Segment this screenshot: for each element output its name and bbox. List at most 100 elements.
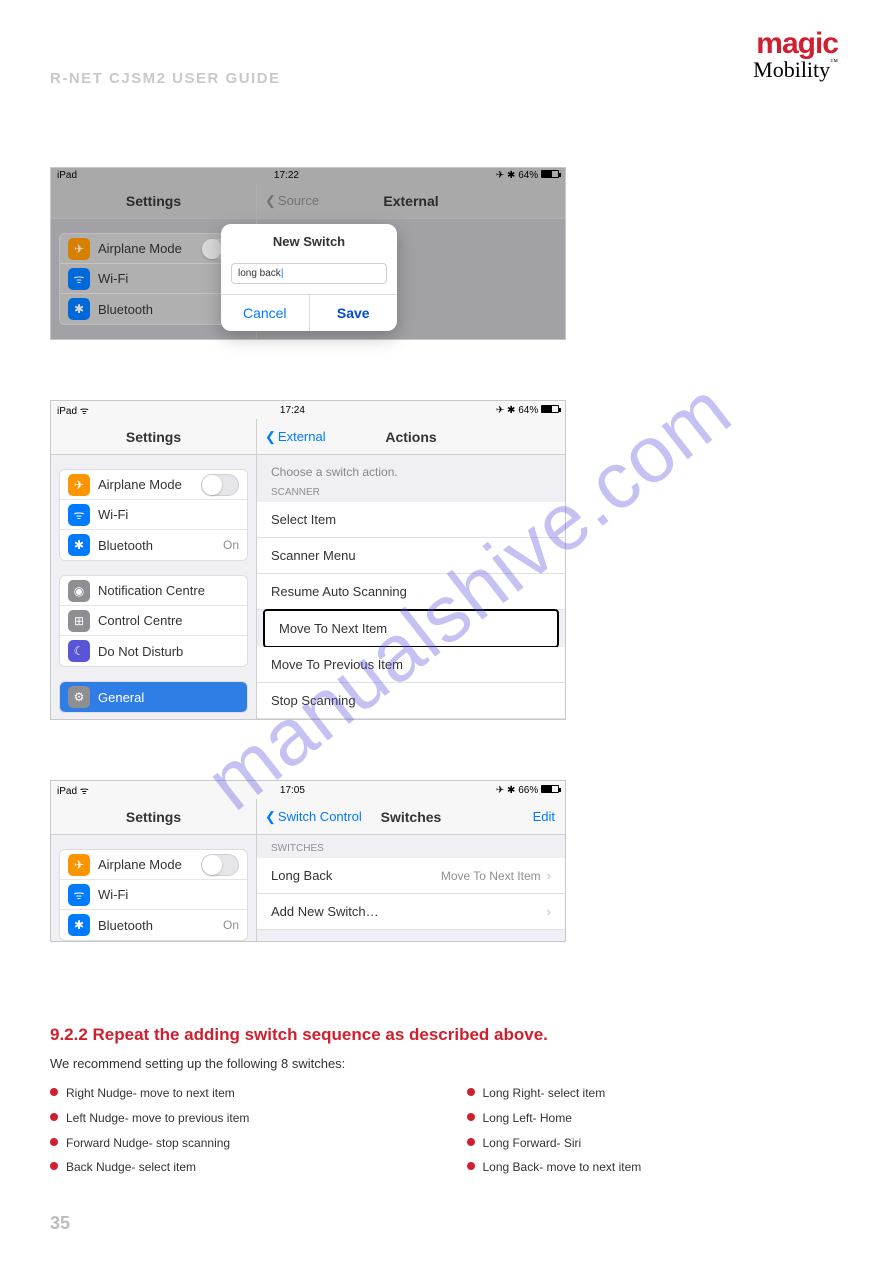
sidebar-item-airplane[interactable]: ✈ Airplane Mode (60, 234, 247, 264)
status-bar: iPad 17:22 ✈ ✱ 64% (51, 168, 565, 183)
wifi-label: Wi-Fi (98, 887, 128, 902)
airplane-label: Airplane Mode (98, 857, 182, 872)
nav-bar: Settings ❮ External Actions (51, 419, 565, 455)
instruction-text: Choose a switch action. (257, 455, 565, 479)
sidebar-item-general[interactable]: ⚙ General (60, 682, 247, 712)
clock: 17:22 (274, 170, 299, 181)
row-label: Stop Scanning (271, 693, 356, 708)
battery-icon (541, 170, 559, 178)
airplane-toggle[interactable] (201, 474, 239, 496)
settings-title: Settings (51, 183, 257, 218)
trademark: ™ (830, 57, 838, 66)
device-label: iPad (57, 406, 77, 417)
battery-icon (541, 785, 559, 793)
section-header-scanner: SCANNER (257, 479, 565, 502)
bluetooth-label: Bluetooth (98, 918, 153, 933)
action-scanner-menu[interactable]: Scanner Menu (257, 538, 565, 574)
row-label: Move To Previous Item (271, 657, 403, 672)
bluetooth-icon: ✱ (68, 298, 90, 320)
switch-action: Move To Next Item (441, 869, 541, 883)
wifi-icon: ᯤ (68, 504, 90, 526)
settings-title: Settings (51, 419, 257, 454)
wifi-icon: ᯤ (68, 268, 90, 290)
airplane-icon: ✈ (68, 474, 90, 496)
nav-bar: Settings ❮ Switch Control Switches Edit (51, 799, 565, 835)
bullet-icon (50, 1088, 58, 1096)
switch-list-left: Right Nudge- move to next item Left Nudg… (50, 1084, 427, 1182)
list-item: Long Forward- Siri (483, 1134, 582, 1153)
sidebar-item-airplane[interactable]: ✈ Airplane Mode (60, 850, 247, 880)
sidebar-item-control-centre[interactable]: ⊞ Control Centre (60, 606, 247, 636)
row-label: Select Item (271, 512, 336, 527)
list-item: Long Back- move to next item (483, 1158, 642, 1177)
sidebar-item-dnd[interactable]: ☾ Do Not Disturb (60, 636, 247, 666)
main-panel: SWITCHES Long Back Move To Next Item› Ad… (257, 835, 565, 941)
save-button[interactable]: Save (310, 295, 398, 331)
cc-label: Control Centre (98, 613, 183, 628)
notif-label: Notification Centre (98, 583, 205, 598)
sidebar-item-bluetooth[interactable]: ✱ Bluetooth (60, 294, 247, 324)
page-number: 35 (50, 1213, 843, 1234)
new-switch-dialog: New Switch long back| Cancel Save (221, 224, 397, 331)
back-button[interactable]: ❮ Source (257, 193, 319, 209)
bluetooth-label: Bluetooth (98, 302, 153, 317)
bluetooth-value: On (223, 918, 239, 932)
edit-button[interactable]: Edit (533, 809, 555, 824)
action-stop-scan[interactable]: Stop Scanning (257, 683, 565, 719)
device-label: iPad (57, 170, 77, 181)
cancel-button[interactable]: Cancel (221, 295, 310, 331)
action-move-prev[interactable]: Move To Previous Item (257, 647, 565, 683)
back-label: Source (278, 193, 319, 208)
sidebar-item-wifi[interactable]: ᯤ Wi-Fi (60, 264, 247, 294)
bullet-icon (50, 1138, 58, 1146)
switch-row-long-back[interactable]: Long Back Move To Next Item› (257, 858, 565, 894)
settings-sidebar: ✈ Airplane Mode ᯤ Wi-Fi ✱ Bluetooth On (51, 835, 257, 941)
row-label: Resume Auto Scanning (271, 584, 407, 599)
general-label: General (98, 690, 144, 705)
input-value: long back (238, 268, 281, 279)
action-select-item[interactable]: Select Item (257, 502, 565, 538)
bullet-icon (467, 1113, 475, 1121)
wifi-label: Wi-Fi (98, 507, 128, 522)
clock: 17:24 (280, 405, 305, 416)
switch-name-input[interactable]: long back| (231, 263, 387, 284)
logo-text-1: magic (756, 27, 838, 60)
list-item: Back Nudge- select item (66, 1158, 196, 1177)
bullet-icon (467, 1088, 475, 1096)
sidebar-item-wifi[interactable]: ᯤ Wi-Fi (60, 500, 247, 530)
list-item: Long Left- Home (483, 1109, 572, 1128)
back-button[interactable]: ❮ Switch Control (257, 809, 362, 825)
list-item: Forward Nudge- stop scanning (66, 1134, 230, 1153)
sidebar-item-bluetooth[interactable]: ✱ Bluetooth On (60, 530, 247, 560)
switch-list-right: Long Right- select item Long Left- Home … (467, 1084, 844, 1182)
bullet-icon (467, 1162, 475, 1170)
sidebar-item-wifi[interactable]: ᯤ Wi-Fi (60, 880, 247, 910)
dialog-title: New Switch (221, 224, 397, 257)
dnd-icon: ☾ (68, 640, 90, 662)
back-button[interactable]: ❮ External (257, 429, 326, 445)
airplane-icon: ✈ (68, 854, 90, 876)
list-item: Right Nudge- move to next item (66, 1084, 235, 1103)
clock: 17:05 (280, 785, 305, 796)
bullet-icon (50, 1162, 58, 1170)
airplane-label: Airplane Mode (98, 477, 182, 492)
bullet-icon (467, 1138, 475, 1146)
bluetooth-label: Bluetooth (98, 538, 153, 553)
list-item: Left Nudge- move to previous item (66, 1109, 249, 1128)
airplane-toggle[interactable] (201, 854, 239, 876)
section-header-switches: SWITCHES (257, 835, 565, 858)
back-label: Switch Control (278, 809, 362, 824)
action-resume-auto[interactable]: Resume Auto Scanning (257, 574, 565, 610)
general-icon: ⚙ (68, 686, 90, 708)
switch-row-add-new[interactable]: Add New Switch… › (257, 894, 565, 930)
battery-icon (541, 405, 559, 413)
status-bar: iPad ᯤ 17:05 ✈ ✱ 66% (51, 781, 565, 799)
action-move-next[interactable]: Move To Next Item (263, 609, 559, 648)
sidebar-item-bluetooth[interactable]: ✱ Bluetooth On (60, 910, 247, 940)
settings-sidebar: ✈ Airplane Mode ᯤ Wi-Fi ✱ Bluetooth On (51, 455, 257, 719)
sidebar-item-airplane[interactable]: ✈ Airplane Mode (60, 470, 247, 500)
nav-bar: Settings ❮ Source External (51, 183, 565, 219)
logo-text-2: Mobility (753, 57, 830, 82)
sidebar-item-notif[interactable]: ◉ Notification Centre (60, 576, 247, 606)
battery-pct: 64% (518, 170, 538, 181)
